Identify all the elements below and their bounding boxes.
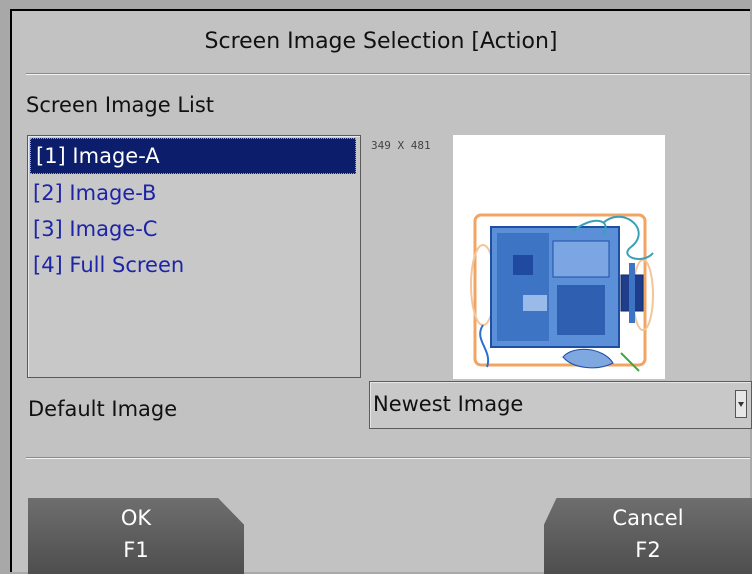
dialog-title: Screen Image Selection [Action] [204, 29, 558, 54]
list-item-image-a[interactable]: [1] Image-A [30, 138, 356, 174]
chevron-down-icon[interactable] [735, 390, 747, 418]
preview-dimensions: 349 X 481 [371, 139, 431, 152]
screen-image-list[interactable]: [1] Image-A [2] Image-B [3] Image-C [4] … [27, 135, 361, 378]
xray-scan-image [470, 213, 654, 372]
list-item-image-b[interactable]: [2] Image-B [28, 175, 360, 211]
image-preview [453, 135, 665, 379]
dialog: Screen Image Selection [Action] Screen I… [10, 9, 752, 574]
image-list-label: Screen Image List [26, 93, 215, 117]
default-image-value: Newest Image [373, 392, 524, 416]
ok-button-label: OK [120, 506, 152, 530]
cancel-button[interactable]: Cancel F2 [544, 498, 752, 574]
default-image-select[interactable]: Newest Image [369, 381, 752, 429]
ok-button[interactable]: OK F1 [28, 498, 244, 574]
cancel-button-key: F2 [635, 538, 661, 562]
title-divider [26, 73, 750, 75]
list-item-image-c[interactable]: [3] Image-C [28, 211, 360, 247]
cancel-button-label: Cancel [612, 506, 684, 530]
footer-divider [26, 457, 750, 459]
default-image-label: Default Image [28, 397, 178, 421]
list-item-full-screen[interactable]: [4] Full Screen [28, 247, 360, 283]
ok-button-key: F1 [123, 538, 149, 562]
